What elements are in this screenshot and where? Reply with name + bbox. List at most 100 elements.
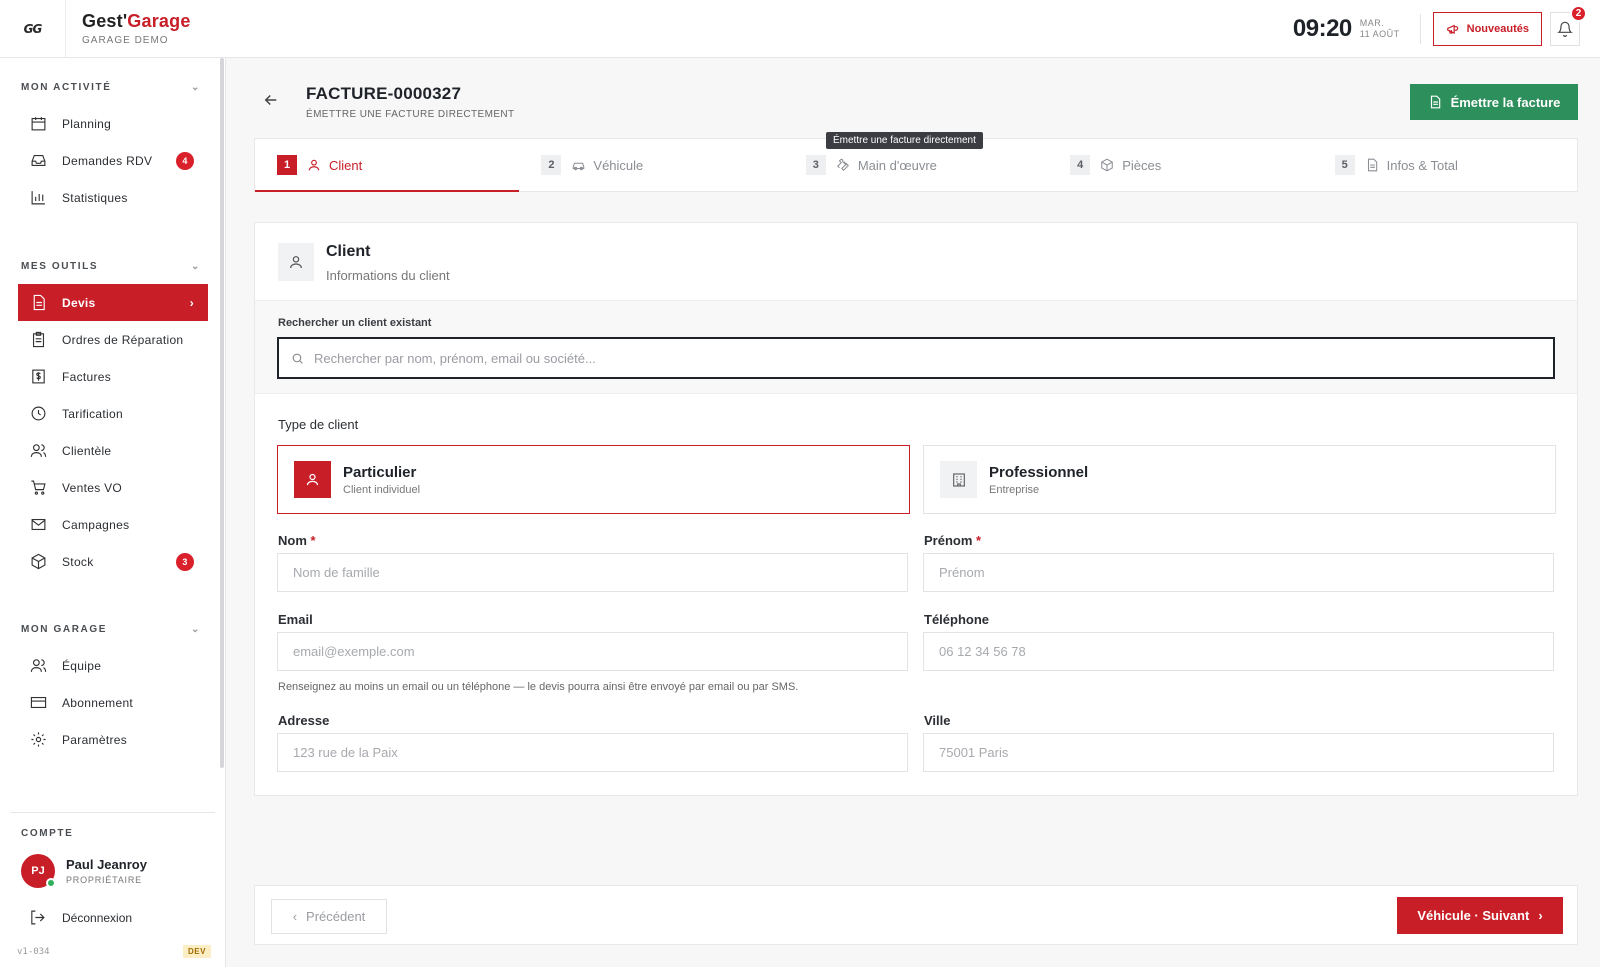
date-month: 11 AOÛT — [1359, 29, 1400, 39]
back-button[interactable] — [262, 91, 280, 109]
user-profile[interactable]: PJ Paul Jeanroy PROPRIÉTAIRE — [21, 854, 147, 888]
date-day: MAR. — [1359, 18, 1385, 28]
prenom-label-text: Prénom — [924, 533, 973, 548]
brand-name: Gest'Garage — [82, 11, 191, 32]
step-number: 3 — [805, 155, 826, 175]
avatar: PJ — [21, 854, 56, 888]
adresse-input[interactable] — [293, 745, 893, 760]
step-infos-total[interactable]: 5 Infos & Total — [1313, 139, 1577, 191]
step-label: Véhicule — [593, 157, 644, 173]
chevron-down-icon: ⌄ — [191, 261, 201, 272]
step-vehicule[interactable]: 2 Véhicule — [519, 139, 783, 191]
adresse-label: Adresse — [278, 713, 330, 728]
chevron-left-icon: ‹ — [292, 909, 298, 924]
sidebar-item-planning[interactable]: Planning — [18, 105, 208, 142]
card-subtitle: Informations du client — [326, 268, 450, 283]
notifications-button[interactable]: 2 — [1550, 5, 1587, 46]
prenom-label: Prénom * — [924, 533, 981, 548]
sidebar-item-parametres[interactable]: Paramètres — [18, 721, 208, 758]
building-icon — [940, 461, 977, 498]
adresse-field[interactable] — [277, 733, 908, 772]
chevron-down-icon: ⌄ — [191, 82, 201, 93]
bell-icon — [1557, 21, 1573, 37]
sidebar-item-label: Demandes RDV — [62, 153, 153, 168]
sidebar-item-statistiques[interactable]: Statistiques — [18, 179, 208, 216]
user-role: PROPRIÉTAIRE — [66, 875, 142, 885]
ville-input[interactable] — [939, 745, 1539, 760]
sidebar-item-devis[interactable]: Devis › — [18, 284, 208, 321]
sidebar-scrollbar[interactable] — [220, 58, 224, 768]
step-pieces[interactable]: 4 Pièces — [1048, 139, 1312, 191]
client-type-professionnel[interactable]: Professionnel Entreprise — [923, 445, 1556, 514]
sidebar-item-campagnes[interactable]: Campagnes — [18, 506, 208, 543]
section-mon-activite[interactable]: MON ACTIVITÉ ⌄ — [21, 82, 201, 93]
prenom-field[interactable] — [923, 553, 1554, 592]
email-input[interactable] — [293, 644, 893, 659]
step-number: 5 — [1334, 155, 1355, 175]
news-button[interactable]: Nouveautés — [1432, 12, 1542, 46]
telephone-field[interactable] — [923, 632, 1554, 671]
sidebar-item-clientele[interactable]: Clientèle — [18, 432, 208, 469]
header-divider — [1419, 14, 1421, 44]
page-subtitle: ÉMETTRE UNE FACTURE DIRECTEMENT — [306, 109, 515, 120]
sidebar-item-ordres-reparation[interactable]: Ordres de Réparation — [18, 321, 208, 358]
client-type-subtitle: Entreprise — [989, 483, 1040, 496]
bar-chart-icon — [29, 189, 47, 207]
sidebar-item-label: Statistiques — [62, 190, 128, 205]
news-label: Nouveautés — [1466, 23, 1529, 35]
email-field[interactable] — [277, 632, 908, 671]
inbox-icon — [29, 152, 47, 170]
sidebar-item-ventes-vo[interactable]: Ventes VO — [18, 469, 208, 506]
sidebar-scroll: MON ACTIVITÉ ⌄ Planning Demandes RDV 4 S… — [0, 58, 226, 790]
users-icon — [29, 442, 47, 460]
telephone-input[interactable] — [939, 644, 1539, 659]
sidebar-item-equipe[interactable]: Équipe — [18, 647, 208, 684]
tooltip: Émettre une facture directement — [826, 132, 983, 149]
ville-label: Ville — [924, 713, 951, 728]
prenom-input[interactable] — [939, 565, 1539, 580]
step-client[interactable]: 1 Client — [255, 139, 520, 192]
ville-field[interactable] — [923, 733, 1554, 772]
sidebar-item-label: Campagnes — [62, 517, 130, 532]
sidebar-item-tarification[interactable]: Tarification — [18, 395, 208, 432]
contact-hint: Renseignez au moins un email ou un télép… — [278, 681, 799, 693]
step-number: 1 — [277, 155, 297, 175]
nom-input[interactable] — [293, 565, 893, 580]
header-right: 09:20 MAR. 11 AOÛT Nouveautés 2 — [1292, 0, 1587, 58]
client-search-input[interactable] — [314, 350, 1514, 366]
previous-label: Précédent — [306, 909, 366, 924]
app-logo[interactable]: GG — [0, 0, 66, 58]
section-mon-garage[interactable]: MON GARAGE ⌄ — [21, 624, 201, 635]
date: MAR. 11 AOÛT — [1360, 18, 1400, 40]
client-search-box[interactable] — [277, 337, 1555, 379]
count-badge: 4 — [176, 151, 194, 170]
arrow-left-icon — [264, 94, 277, 106]
search-icon — [292, 353, 303, 364]
next-button[interactable]: Véhicule · Suivant › — [1397, 897, 1563, 934]
car-icon — [571, 158, 586, 173]
previous-button[interactable]: ‹ Précédent — [271, 899, 387, 934]
env-badge: DEV — [183, 945, 211, 958]
brand-prefix: Gest' — [82, 11, 128, 31]
app-version: v1-034 — [17, 947, 50, 957]
emit-invoice-button[interactable]: Émettre la facture — [1410, 84, 1578, 120]
nom-field[interactable] — [277, 553, 908, 592]
logout-button[interactable]: Déconnexion — [29, 909, 132, 927]
sidebar-item-stock[interactable]: Stock 3 — [18, 543, 208, 580]
search-label: Rechercher un client existant — [278, 317, 432, 329]
sidebar-item-demandes-rdv[interactable]: Demandes RDV 4 — [18, 142, 208, 179]
section-mes-outils[interactable]: MES OUTILS ⌄ — [21, 261, 201, 272]
telephone-label: Téléphone — [924, 612, 990, 627]
brand: Gest'Garage GARAGE DEMO — [66, 11, 191, 46]
email-label: Email — [278, 612, 313, 627]
sidebar-item-abonnement[interactable]: Abonnement — [18, 684, 208, 721]
sidebar-item-label: Équipe — [62, 658, 102, 673]
client-type-particulier[interactable]: Particulier Client individuel — [277, 445, 910, 514]
account-section-title: COMPTE — [21, 828, 74, 839]
nom-label-text: Nom — [278, 533, 307, 548]
top-bar: GG Gest'Garage GARAGE DEMO 09:20 MAR. 11… — [0, 0, 1600, 58]
section-title: MES OUTILS — [21, 261, 99, 272]
required-mark: * — [976, 533, 982, 548]
sidebar-item-factures[interactable]: Factures — [18, 358, 208, 395]
clock: 09:20 — [1292, 15, 1352, 42]
